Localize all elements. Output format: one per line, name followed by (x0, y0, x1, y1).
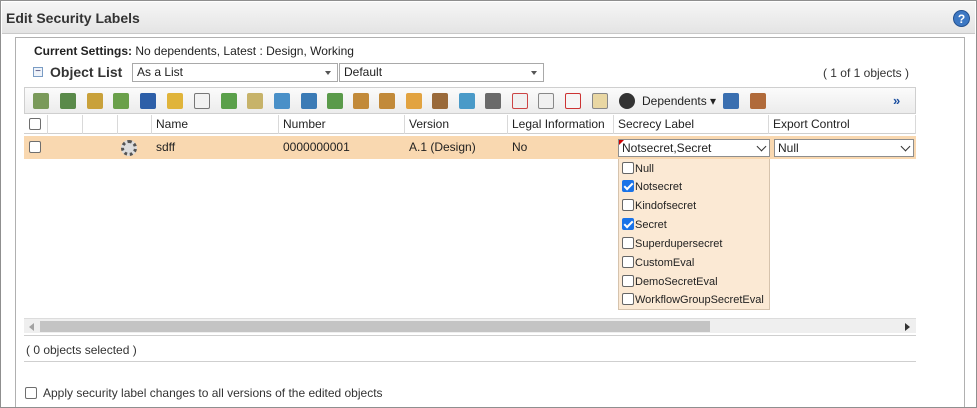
option-label: Secret (635, 219, 667, 231)
header-select-all[interactable] (24, 115, 48, 134)
option-checkbox[interactable] (622, 275, 634, 287)
refresh-icon[interactable] (274, 93, 290, 109)
edit-icon[interactable] (140, 93, 156, 109)
dependents-menu[interactable]: Dependents ▾ (642, 94, 716, 108)
view-select-value: As a List (137, 65, 184, 79)
row-checkbox[interactable] (29, 141, 41, 153)
filter-select[interactable]: Default (339, 63, 544, 82)
sync-icon[interactable] (619, 93, 635, 109)
export-control-value: Null (778, 141, 799, 155)
header-legal[interactable]: Legal Information (508, 115, 614, 134)
secrecy-label-select[interactable]: Notsecret,Secret (618, 139, 770, 157)
filter-select-value: Default (344, 65, 383, 79)
option-checkbox[interactable] (622, 237, 634, 249)
add-icon[interactable] (60, 93, 76, 109)
option-label: Superdupersecret (635, 238, 723, 250)
option-label: Notsecret (635, 181, 683, 193)
apply-all-versions-checkbox[interactable] (25, 387, 37, 399)
option-checkbox[interactable] (622, 180, 634, 192)
option-checkbox[interactable] (622, 162, 634, 174)
dependents-label: Dependents (642, 94, 707, 108)
action-icon[interactable] (33, 93, 49, 109)
delete-icon[interactable] (565, 93, 581, 109)
chevron-down-icon (325, 71, 331, 75)
option-label: Kindofsecret (635, 200, 697, 212)
cell-legal: No (512, 140, 528, 154)
secrecy-options-list: Null Notsecret Kindofsecret Secret Super… (618, 159, 770, 310)
option-checkbox[interactable] (622, 256, 634, 268)
header-col-blank-3 (118, 115, 152, 134)
collapse-toggle-icon[interactable]: − (33, 67, 43, 77)
help-icon[interactable]: ? (953, 10, 970, 27)
header-number[interactable]: Number (279, 115, 405, 134)
object-count: ( 1 of 1 objects ) (822, 66, 909, 80)
select-all-checkbox[interactable] (29, 118, 41, 130)
object-list-title: Object List (50, 64, 123, 80)
view-icon[interactable] (301, 93, 317, 109)
scroll-right-icon[interactable] (905, 323, 910, 331)
insert-icon[interactable] (87, 93, 103, 109)
header-secrecy-label[interactable]: Secrecy Label (614, 115, 769, 134)
header-col-blank-1 (48, 115, 83, 134)
copy-icon[interactable] (113, 93, 129, 109)
clear-icon[interactable] (512, 93, 528, 109)
title-bar: Edit Security Labels ? (2, 2, 975, 34)
folder-icon[interactable] (406, 93, 422, 109)
selected-count: ( 0 objects selected ) (26, 343, 137, 357)
export-icon[interactable] (485, 93, 501, 109)
move-icon[interactable] (327, 93, 343, 109)
window-title: Edit Security Labels (6, 10, 140, 26)
tree-down-icon[interactable] (379, 93, 395, 109)
option-label: WorkflowGroupSecretEval (635, 294, 764, 306)
option-label: CustomEval (635, 257, 695, 269)
modified-marker (619, 140, 624, 145)
table-row[interactable]: sdff 0000000001 A.1 (Design) No Notsecre… (24, 136, 916, 159)
current-settings-label: Current Settings: (34, 44, 133, 58)
cell-version: A.1 (Design) (409, 140, 476, 154)
settings-icon[interactable] (750, 93, 766, 109)
cell-name: sdff (156, 140, 176, 154)
option-checkbox[interactable] (622, 293, 634, 305)
apply-all-versions-label: Apply security label changes to all vers… (43, 386, 383, 400)
view-select[interactable]: As a List (132, 63, 338, 82)
more-actions-button[interactable]: » (893, 93, 900, 108)
table-header: Name Number Version Legal Information Se… (24, 115, 916, 134)
columns-icon[interactable] (538, 93, 554, 109)
tree-up-icon[interactable] (353, 93, 369, 109)
current-settings: Current Settings: No dependents, Latest … (34, 44, 354, 58)
option-checkbox[interactable] (622, 218, 634, 230)
export-control-select[interactable]: Null (774, 139, 914, 157)
filter-icon[interactable] (432, 93, 448, 109)
gear-icon[interactable] (121, 140, 137, 156)
toolbar: Dependents ▾ » (24, 87, 916, 114)
header-col-blank-2 (83, 115, 118, 134)
cell-number: 0000000001 (283, 140, 350, 154)
table-icon[interactable] (247, 93, 263, 109)
scrollbar-thumb[interactable] (40, 321, 710, 332)
header-export-control[interactable]: Export Control (769, 115, 916, 134)
header-version[interactable]: Version (405, 115, 508, 134)
secrecy-label-value: Notsecret,Secret (622, 141, 712, 155)
tag-icon[interactable] (221, 93, 237, 109)
current-settings-value: No dependents, Latest : Design, Working (135, 44, 354, 58)
structure-icon[interactable] (723, 93, 739, 109)
new-doc-icon[interactable] (194, 93, 210, 109)
option-label: Null (635, 163, 654, 175)
horizontal-scrollbar[interactable] (24, 318, 916, 333)
selection-status-bar: ( 0 objects selected ) (24, 335, 916, 362)
new-window-icon[interactable] (592, 93, 608, 109)
option-checkbox[interactable] (622, 199, 634, 211)
chevron-down-icon (531, 71, 537, 75)
option-label: DemoSecretEval (635, 276, 718, 288)
chevron-down-icon (756, 141, 767, 152)
reload-icon[interactable] (459, 93, 475, 109)
paste-icon[interactable] (167, 93, 183, 109)
header-name[interactable]: Name (152, 115, 279, 134)
scroll-left-icon[interactable] (29, 323, 34, 331)
chevron-down-icon (900, 141, 911, 152)
